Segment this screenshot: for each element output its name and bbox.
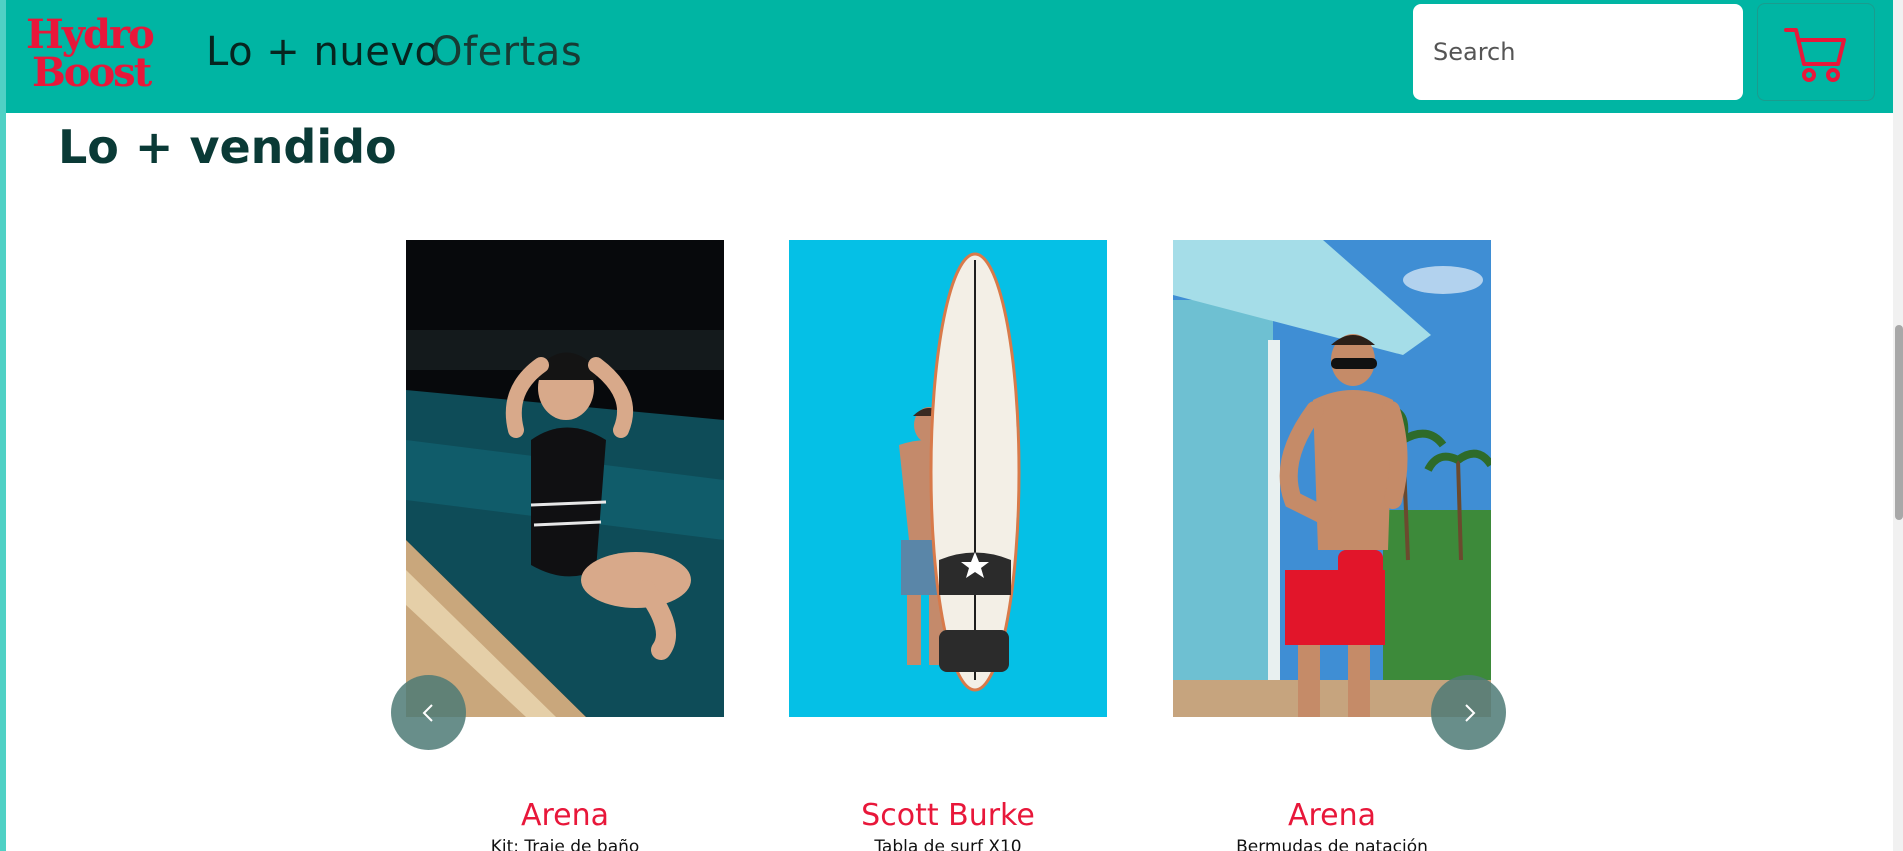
search-input[interactable] bbox=[1413, 4, 1743, 100]
product-description: Kit: Traje de baño bbox=[490, 837, 640, 851]
scrollbar-thumb[interactable] bbox=[1895, 325, 1903, 520]
product-brand[interactable]: Scott Burke bbox=[749, 798, 1147, 834]
product-brand[interactable]: Arena bbox=[1133, 798, 1531, 834]
svg-text:Boost: Boost bbox=[32, 49, 153, 92]
shopping-cart-icon bbox=[1784, 28, 1846, 82]
product-card[interactable]: Scott Burke Tabla de surf X10 bbox=[789, 240, 1107, 851]
nav-link-offers[interactable]: Ofertas bbox=[431, 26, 582, 78]
product-brand[interactable]: Arena bbox=[366, 798, 764, 834]
woman-swimmer-pool-photo[interactable] bbox=[406, 240, 724, 717]
section-title: Lo + vendido bbox=[58, 120, 397, 174]
carousel-prev-button[interactable] bbox=[391, 675, 466, 750]
product-carousel: Arena Kit: Traje de baño Scott Burke Tab bbox=[380, 240, 1520, 851]
nav-link-new[interactable]: Lo + nuevo bbox=[206, 26, 439, 78]
man-surfboard-photo[interactable] bbox=[789, 240, 1107, 717]
carousel-next-button[interactable] bbox=[1431, 675, 1506, 750]
chevron-left-icon bbox=[422, 703, 433, 722]
product-description: Tabla de surf X10 bbox=[874, 837, 1022, 851]
top-navbar: Hydro Boost Lo + nuevo Ofertas bbox=[6, 0, 1903, 113]
cart-button[interactable] bbox=[1757, 3, 1875, 101]
hydro-boost-logo[interactable]: Hydro Boost bbox=[24, 14, 174, 92]
product-description: Bermudas de natación bbox=[1236, 837, 1428, 851]
product-card[interactable]: Arena Kit: Traje de baño bbox=[406, 240, 724, 851]
product-card[interactable]: Arena Bermudas de natación bbox=[1173, 240, 1491, 851]
chevron-right-icon bbox=[1464, 703, 1475, 722]
man-beach-hut-photo[interactable] bbox=[1173, 240, 1491, 717]
left-edge-strip bbox=[0, 0, 6, 851]
